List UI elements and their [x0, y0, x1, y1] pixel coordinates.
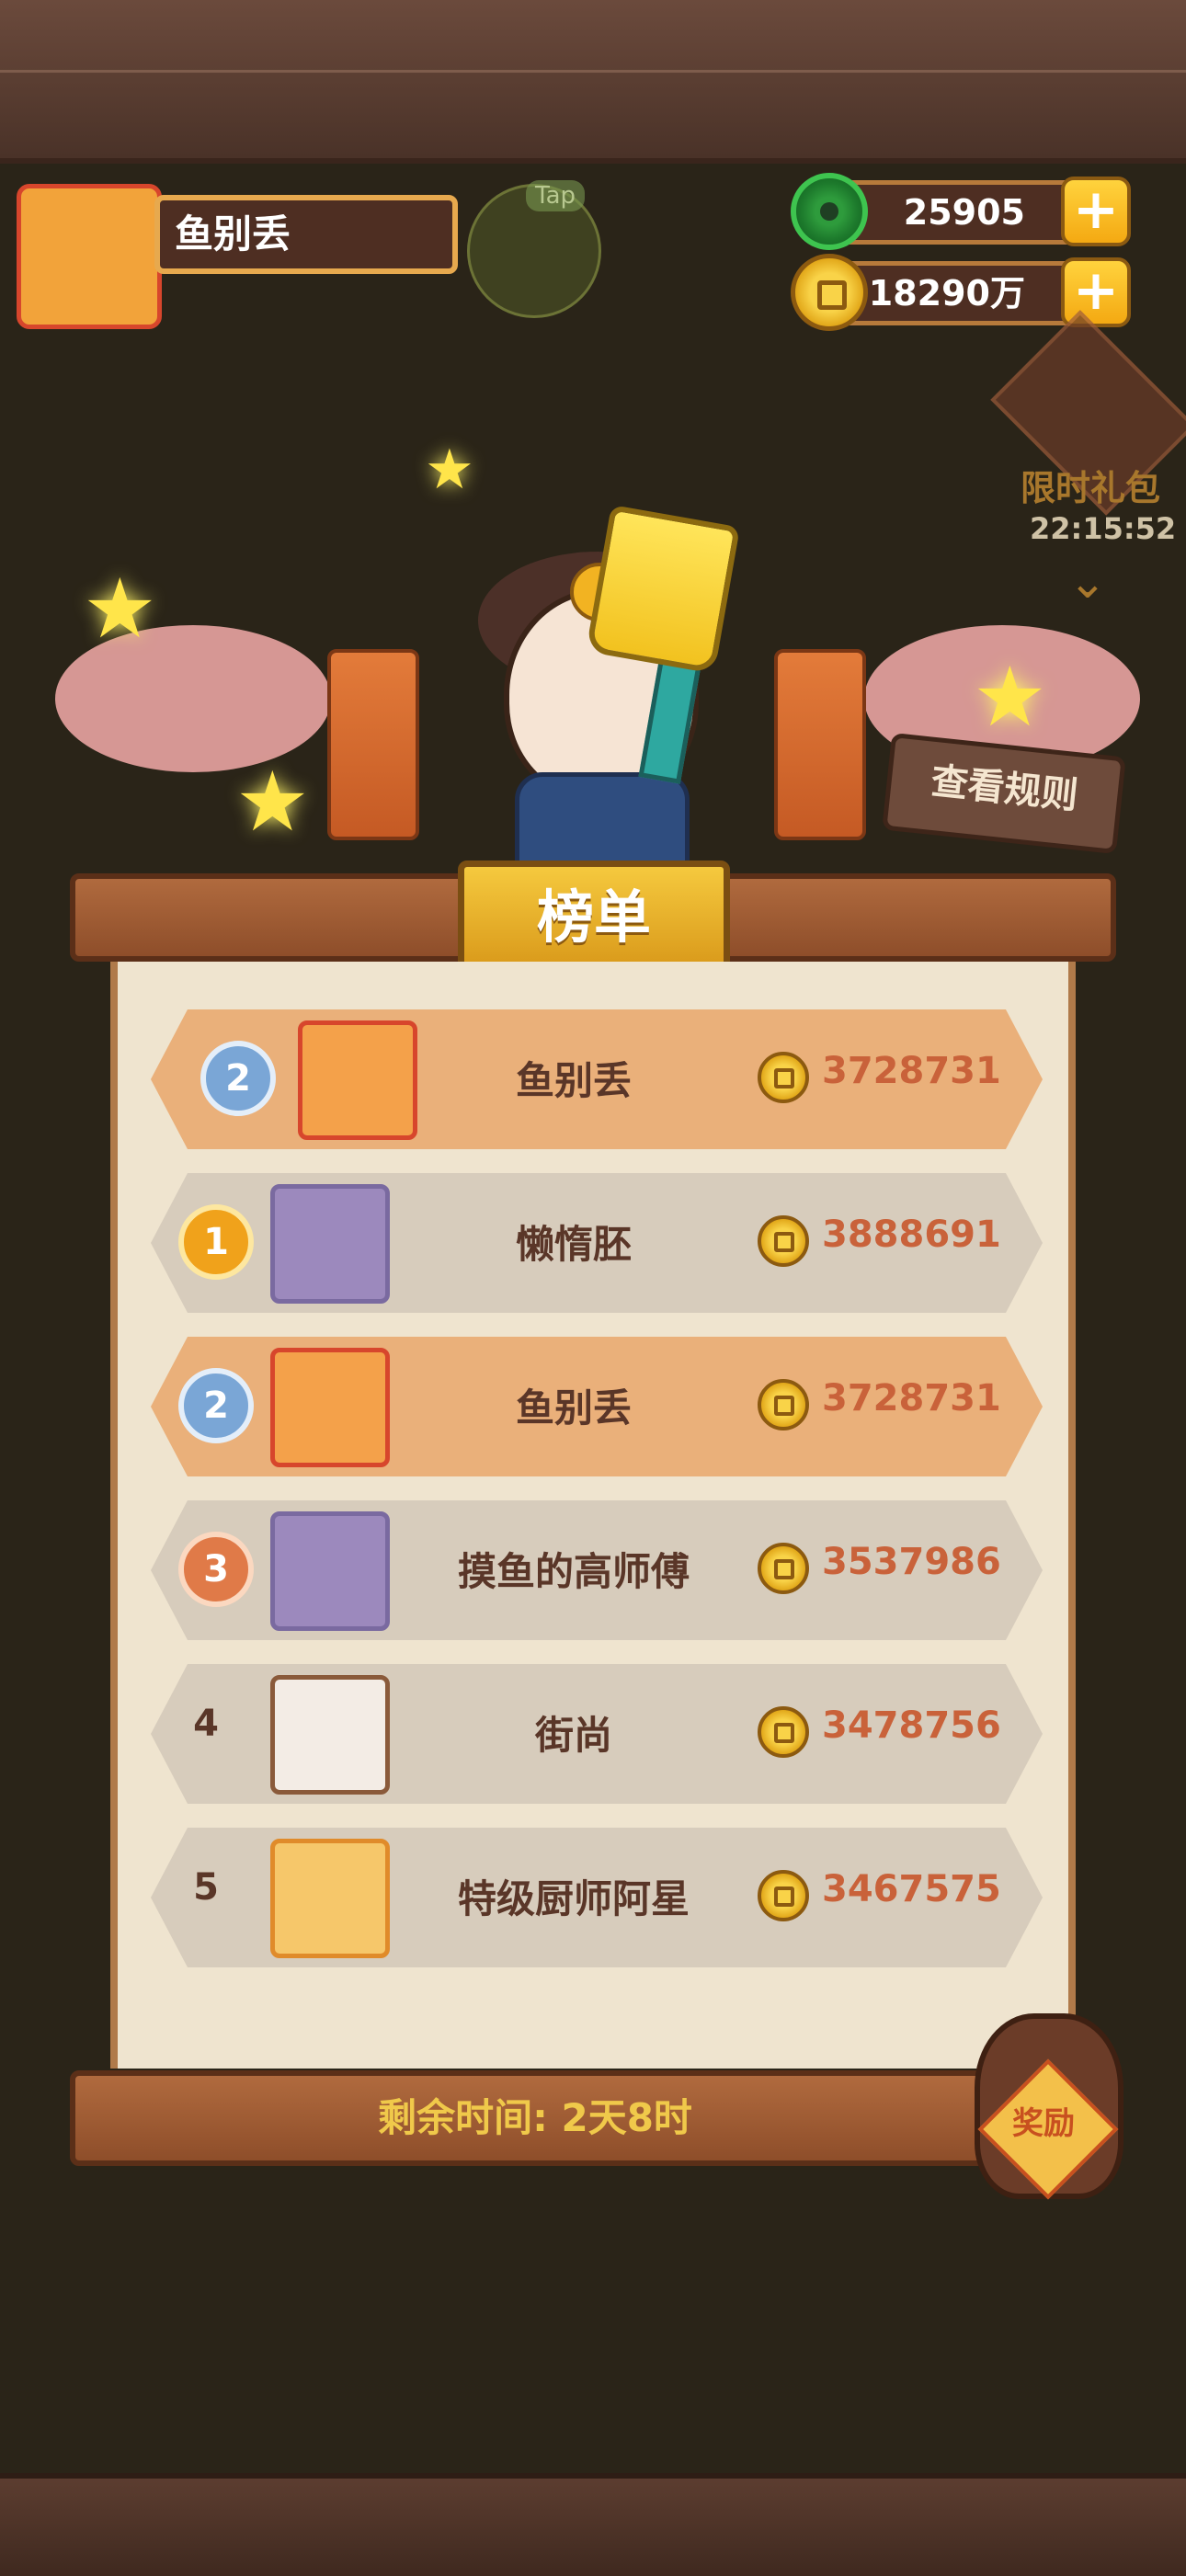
- table-row[interactable]: 3 摸鱼的高师傅 3537986: [151, 1500, 1043, 1640]
- player-name-cell: 特级厨师阿星: [457, 1876, 690, 1921]
- game-scene: 鱼别丢 Tap 25905 + 18290万 + 限时礼包 22:15:52 ⌄…: [0, 0, 1186, 2576]
- pig-avatar[interactable]: [270, 1675, 390, 1795]
- score-cell: 3728731: [822, 1050, 1001, 1092]
- leaderboard-panel[interactable]: 2 鱼别丢 3728731 1 懒惰胚 3888691 2 鱼别丢 3728731 3 摸鱼的高师傅…: [110, 962, 1076, 2069]
- bear-avatar[interactable]: [298, 1020, 417, 1140]
- table-row[interactable]: 5 特级厨师阿星 3467575: [151, 1828, 1043, 1967]
- reward-button[interactable]: 奖励: [984, 2098, 1103, 2143]
- coin-icon: [758, 1215, 809, 1267]
- top-decor-bar: [0, 0, 1186, 164]
- tap-label: Tap: [526, 180, 586, 211]
- bronze-medal-icon: 3: [178, 1532, 254, 1607]
- score-cell: 3467575: [822, 1868, 1001, 1910]
- sink-avatar[interactable]: [270, 1839, 390, 1958]
- bear-avatar[interactable]: [270, 1348, 390, 1467]
- rank-number: 5: [193, 1866, 219, 1909]
- jade-icon: [791, 173, 868, 250]
- wolf-avatar[interactable]: [270, 1511, 390, 1631]
- score-cell: 3537986: [822, 1541, 1001, 1583]
- silver-medal-icon: 2: [178, 1368, 254, 1443]
- player-name: 鱼别丢: [154, 195, 458, 274]
- player-name-cell: 鱼别丢: [515, 1385, 632, 1430]
- gift-timer: 22:15:52: [1030, 511, 1177, 546]
- coin-icon: [791, 254, 868, 331]
- add-jade-button[interactable]: +: [1061, 177, 1131, 246]
- coin-icon: [758, 1706, 809, 1758]
- gold-medal-icon: 1: [178, 1204, 254, 1280]
- my-rank-row[interactable]: 2 鱼别丢 3728731: [151, 1337, 1043, 1476]
- star-icon: ★: [235, 754, 310, 850]
- remaining-time: 剩余时间: 2天8时: [378, 2095, 692, 2140]
- table-row[interactable]: 1 懒惰胚 3888691: [151, 1173, 1043, 1313]
- wolf-avatar[interactable]: [270, 1184, 390, 1304]
- player-name-cell: 鱼别丢: [515, 1058, 632, 1103]
- player-name-cell: 摸鱼的高师傅: [457, 1549, 690, 1594]
- player-avatar[interactable]: [17, 184, 162, 329]
- coin-icon: [758, 1543, 809, 1594]
- player-name-cell: 懒惰胚: [515, 1222, 632, 1267]
- score-cell: 3888691: [822, 1214, 1001, 1256]
- coin-icon: [758, 1870, 809, 1921]
- gift-label: 限时礼包: [1021, 468, 1161, 508]
- chevron-down-icon[interactable]: ⌄: [1068, 555, 1107, 609]
- pillar-left: [327, 649, 419, 840]
- silver-medal-icon: 2: [200, 1041, 276, 1116]
- star-icon: ★: [425, 438, 474, 502]
- score-cell: 3728731: [822, 1377, 1001, 1419]
- score-cell: 3478756: [822, 1704, 1001, 1747]
- board-title: 榜单: [458, 861, 730, 975]
- rank-number: 4: [193, 1703, 219, 1745]
- table-row[interactable]: 4 街尚 3478756: [151, 1664, 1043, 1804]
- golden-shovel-icon: [586, 504, 740, 675]
- board-footer: 剩余时间: 2天8时: [70, 2070, 1116, 2166]
- star-icon: ★: [83, 561, 157, 657]
- star-icon: ★: [973, 649, 1047, 746]
- player-name-cell: 街尚: [534, 1713, 612, 1758]
- coin-icon: [758, 1379, 809, 1430]
- top-rope: [0, 70, 1186, 73]
- add-coin-button[interactable]: +: [1061, 257, 1131, 327]
- pillar-right: [774, 649, 866, 840]
- coin-icon: [758, 1052, 809, 1103]
- my-rank-row[interactable]: 2 鱼别丢 3728731: [151, 1009, 1043, 1149]
- bottom-decor-bar: [0, 2473, 1186, 2576]
